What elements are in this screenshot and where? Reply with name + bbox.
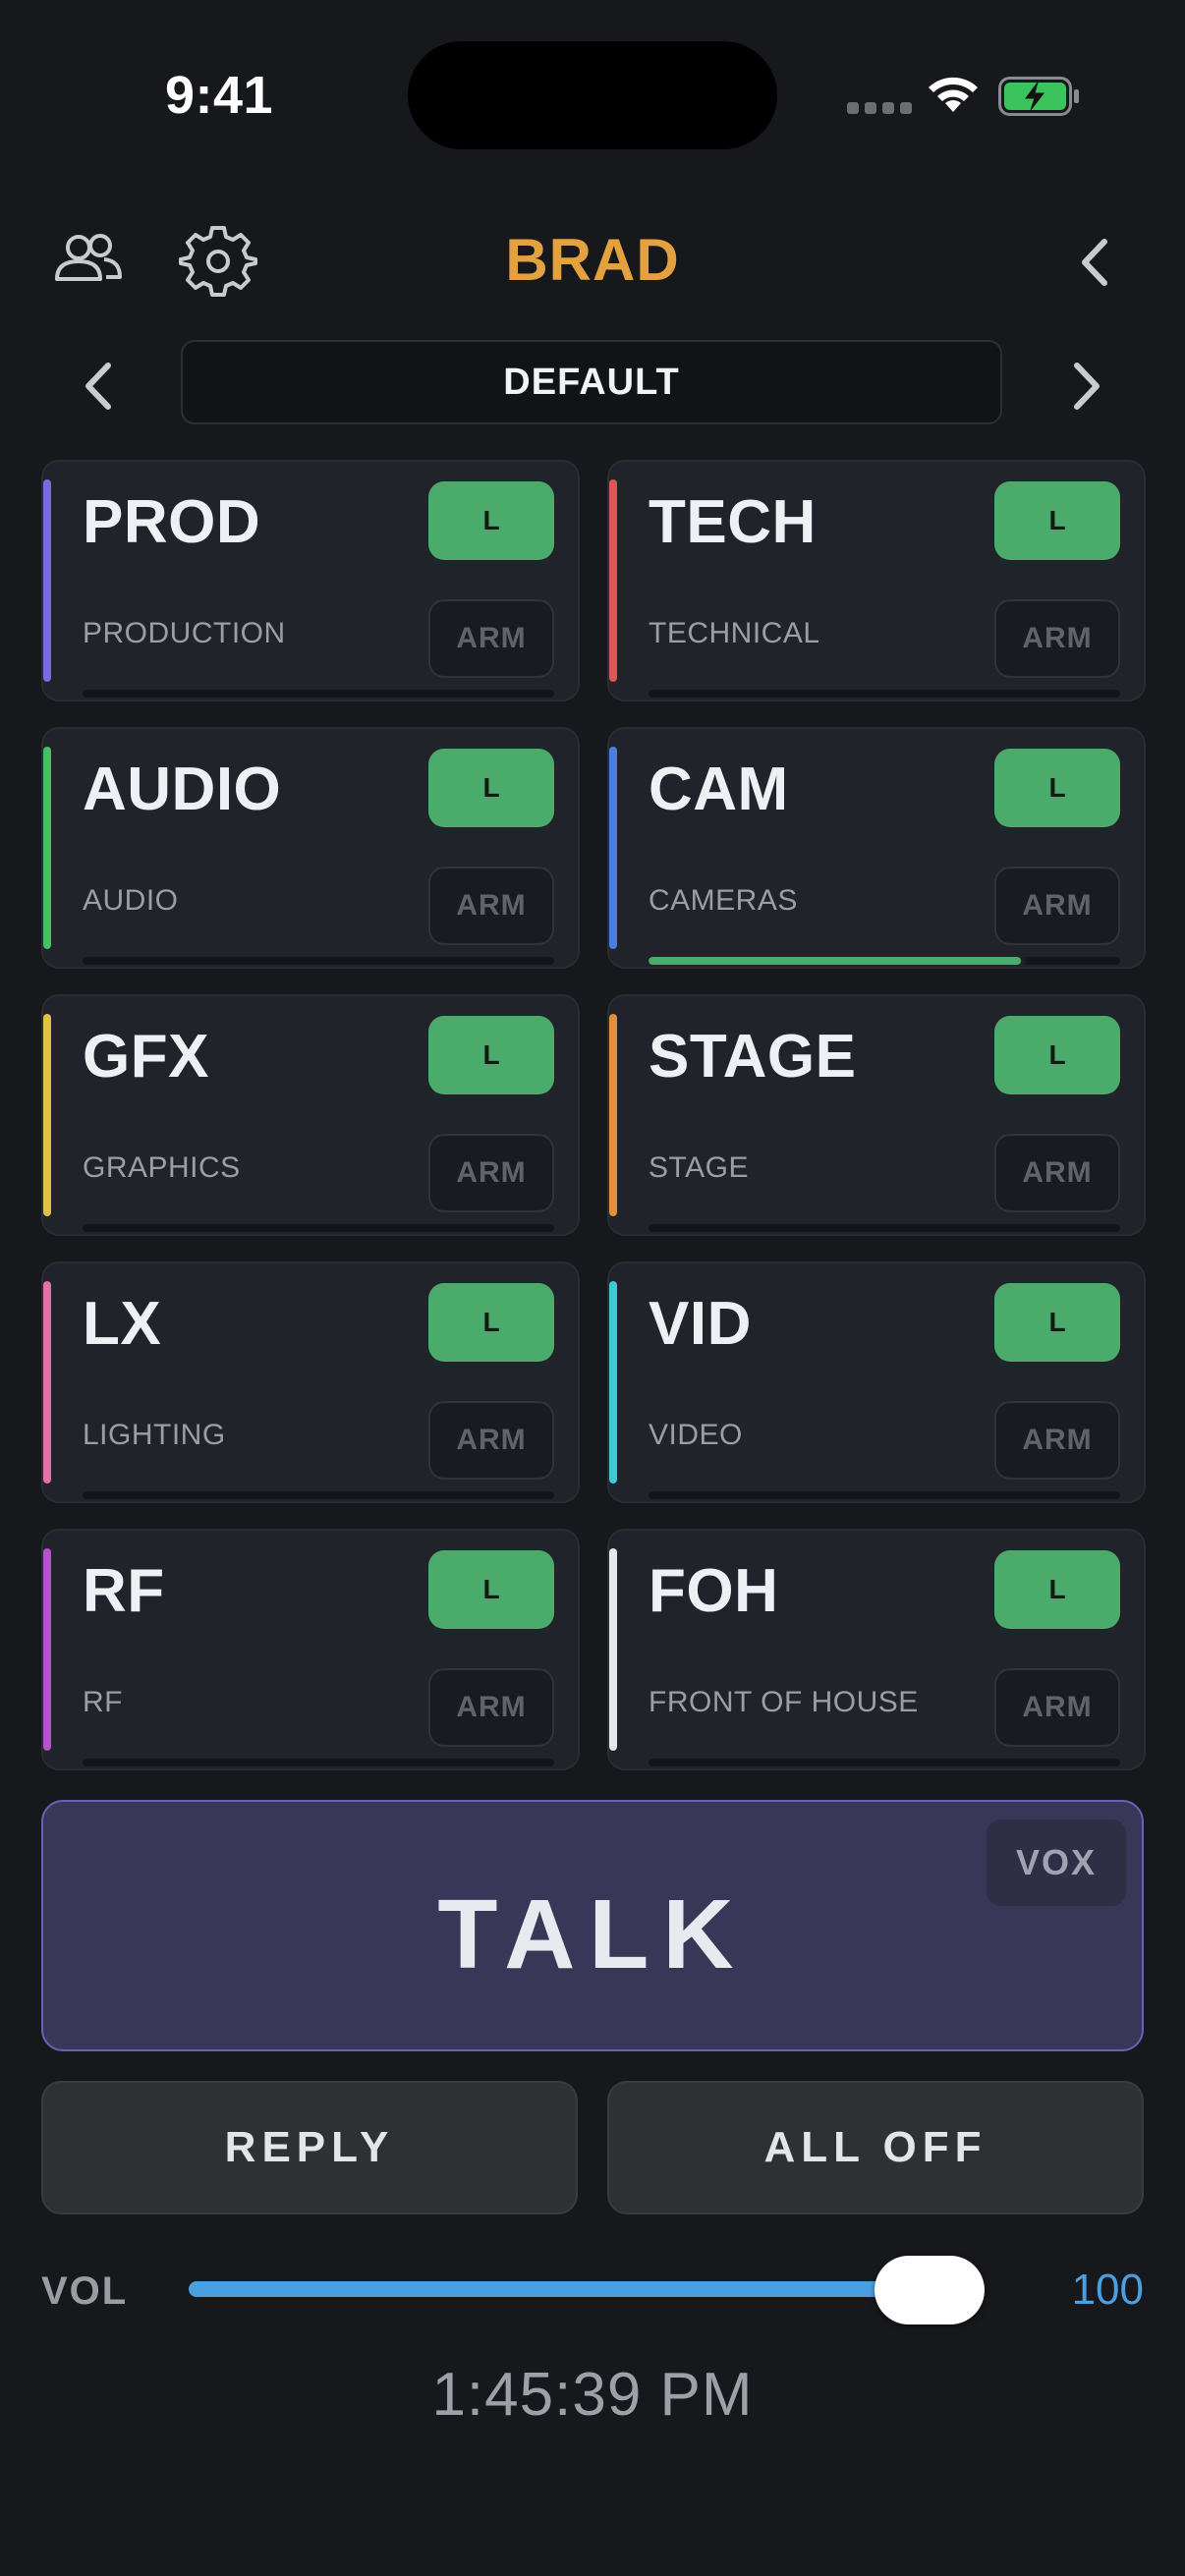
arm-button[interactable]: ARM bbox=[428, 599, 554, 678]
level-meter bbox=[83, 1759, 554, 1766]
channel-description: VIDEO bbox=[649, 1419, 743, 1451]
channel-code: TECH bbox=[649, 488, 817, 556]
channel-card-vid[interactable]: VID VIDEO L ARM bbox=[607, 1261, 1146, 1503]
channel-color-stripe bbox=[43, 1281, 51, 1484]
all-off-button[interactable]: ALL OFF bbox=[607, 2081, 1144, 2214]
arm-button[interactable]: ARM bbox=[428, 1401, 554, 1480]
dynamic-island bbox=[408, 41, 777, 149]
level-meter bbox=[649, 1224, 1120, 1232]
listen-button[interactable]: L bbox=[428, 1016, 554, 1094]
channel-color-stripe bbox=[609, 747, 617, 949]
arm-button[interactable]: ARM bbox=[428, 1668, 554, 1747]
channel-card-audio[interactable]: AUDIO AUDIO L ARM bbox=[41, 727, 580, 969]
channel-code: VID bbox=[649, 1290, 752, 1358]
channel-description: CAMERAS bbox=[649, 884, 798, 917]
channel-color-stripe bbox=[43, 1548, 51, 1751]
listen-button[interactable]: L bbox=[994, 1283, 1120, 1362]
arm-button[interactable]: ARM bbox=[994, 1401, 1120, 1480]
channel-card-lx[interactable]: LX LIGHTING L ARM bbox=[41, 1261, 580, 1503]
channel-code: PROD bbox=[83, 488, 261, 556]
channel-code: RF bbox=[83, 1557, 165, 1625]
preset-selector[interactable]: DEFAULT bbox=[181, 340, 1002, 424]
channel-card-prod[interactable]: PROD PRODUCTION L ARM bbox=[41, 460, 580, 701]
listen-button[interactable]: L bbox=[994, 1016, 1120, 1094]
level-meter bbox=[649, 690, 1120, 698]
channel-color-stripe bbox=[43, 747, 51, 949]
channel-description: PRODUCTION bbox=[83, 617, 286, 649]
listen-button[interactable]: L bbox=[428, 749, 554, 827]
arm-button[interactable]: ARM bbox=[428, 867, 554, 945]
volume-slider-track[interactable] bbox=[189, 2281, 985, 2297]
channel-color-stripe bbox=[609, 479, 617, 682]
talk-button[interactable]: TALK VOX bbox=[41, 1800, 1144, 2051]
level-meter-fill bbox=[649, 957, 1022, 965]
volume-slider-thumb[interactable] bbox=[875, 2256, 985, 2324]
level-meter bbox=[649, 1491, 1120, 1499]
channel-card-foh[interactable]: FOH FRONT OF HOUSE L ARM bbox=[607, 1529, 1146, 1770]
arm-button[interactable]: ARM bbox=[428, 1134, 554, 1212]
channel-code: LX bbox=[83, 1290, 162, 1358]
level-meter bbox=[83, 1491, 554, 1499]
channel-card-stage[interactable]: STAGE STAGE L ARM bbox=[607, 994, 1146, 1236]
vox-button[interactable]: VOX bbox=[987, 1820, 1126, 1906]
listen-button[interactable]: L bbox=[994, 481, 1120, 560]
channel-color-stripe bbox=[43, 1014, 51, 1216]
arm-button[interactable]: ARM bbox=[994, 1668, 1120, 1747]
channel-color-stripe bbox=[609, 1548, 617, 1751]
cellular-signal-icon bbox=[847, 102, 912, 114]
status-time: 9:41 bbox=[165, 66, 274, 125]
channel-description: GRAPHICS bbox=[83, 1151, 241, 1184]
chevron-left-icon[interactable] bbox=[1061, 228, 1130, 297]
channel-color-stripe bbox=[43, 479, 51, 682]
listen-button[interactable]: L bbox=[428, 1283, 554, 1362]
arm-button[interactable]: ARM bbox=[994, 867, 1120, 945]
next-preset-chevron-icon[interactable] bbox=[1051, 352, 1120, 420]
intercom-screen: 9:41 BRAD DEFAULT PROD PRODUCTION L ARM TECH bbox=[0, 0, 1185, 2576]
battery-charging-icon bbox=[998, 77, 1079, 116]
arm-button[interactable]: ARM bbox=[994, 599, 1120, 678]
channel-description: FRONT OF HOUSE bbox=[649, 1686, 919, 1718]
channel-card-cam[interactable]: CAM CAMERAS L ARM bbox=[607, 727, 1146, 969]
channel-description: STAGE bbox=[649, 1151, 749, 1184]
clock-time: 1:45:39 PM bbox=[431, 2361, 754, 2429]
channel-code: AUDIO bbox=[83, 756, 282, 823]
level-meter bbox=[83, 690, 554, 698]
channel-code: GFX bbox=[83, 1023, 209, 1091]
page-title: BRAD bbox=[505, 227, 680, 293]
channel-description: AUDIO bbox=[83, 884, 179, 917]
listen-button[interactable]: L bbox=[994, 749, 1120, 827]
level-meter bbox=[83, 1224, 554, 1232]
channel-code: STAGE bbox=[649, 1023, 857, 1091]
channel-code: FOH bbox=[649, 1557, 779, 1625]
level-meter bbox=[83, 957, 554, 965]
channel-color-stripe bbox=[609, 1281, 617, 1484]
channel-description: TECHNICAL bbox=[649, 617, 820, 649]
listen-button[interactable]: L bbox=[428, 1550, 554, 1629]
channel-color-stripe bbox=[609, 1014, 617, 1216]
channel-code: CAM bbox=[649, 756, 789, 823]
arm-button[interactable]: ARM bbox=[994, 1134, 1120, 1212]
wifi-icon bbox=[929, 77, 978, 112]
level-meter bbox=[649, 1759, 1120, 1766]
listen-button[interactable]: L bbox=[428, 481, 554, 560]
channel-description: LIGHTING bbox=[83, 1419, 226, 1451]
volume-value: 100 bbox=[1071, 2266, 1144, 2314]
listen-button[interactable]: L bbox=[994, 1550, 1120, 1629]
level-meter bbox=[649, 957, 1120, 965]
prev-preset-chevron-icon[interactable] bbox=[65, 352, 134, 420]
channel-description: RF bbox=[83, 1686, 123, 1718]
channel-card-rf[interactable]: RF RF L ARM bbox=[41, 1529, 580, 1770]
talk-label: TALK bbox=[437, 1879, 748, 1989]
channel-card-tech[interactable]: TECH TECHNICAL L ARM bbox=[607, 460, 1146, 701]
channel-card-gfx[interactable]: GFX GRAPHICS L ARM bbox=[41, 994, 580, 1236]
volume-label: VOL bbox=[41, 2269, 129, 2313]
reply-button[interactable]: REPLY bbox=[41, 2081, 578, 2214]
volume-slider-fill bbox=[189, 2281, 930, 2297]
